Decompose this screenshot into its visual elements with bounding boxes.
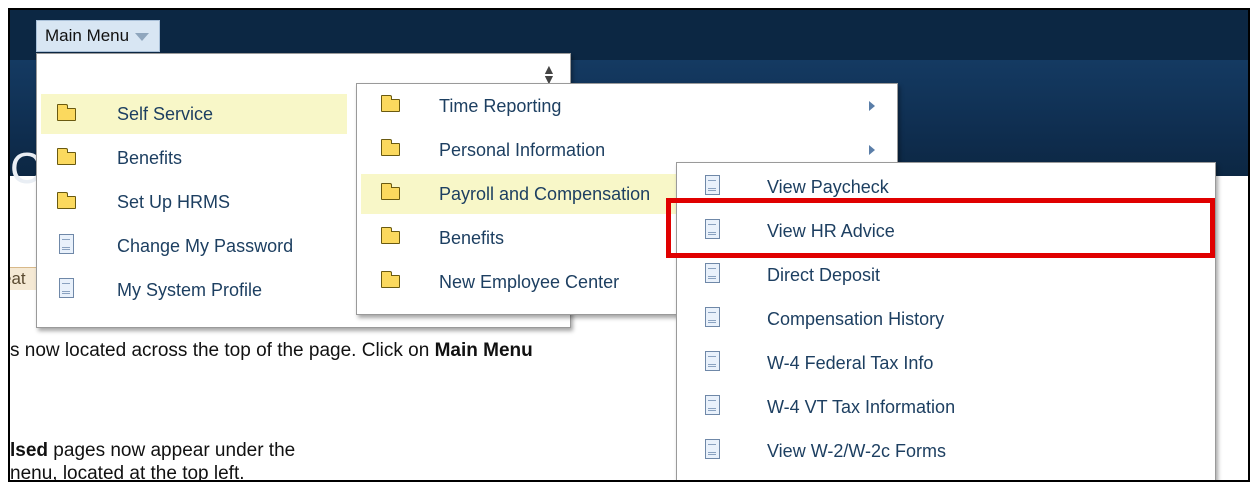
menu-item-label: Direct Deposit xyxy=(767,264,881,285)
menu-item-label: W-4 Federal Tax Info xyxy=(767,352,934,373)
menu-item-w4-vt-tax-information[interactable]: W-4 VT Tax Information xyxy=(681,387,1211,427)
page-icon xyxy=(59,278,74,298)
page-icon xyxy=(705,219,720,239)
menu-item-label: New Employee Center xyxy=(439,271,620,292)
menu-item-view-hr-advice[interactable]: View HR Advice xyxy=(681,211,1211,251)
menu-item-direct-deposit[interactable]: Direct Deposit xyxy=(681,255,1211,295)
folder-icon xyxy=(380,139,400,156)
menu-item-label: Change My Password xyxy=(117,235,294,256)
folder-icon xyxy=(56,148,76,165)
menu-item-self-service[interactable]: Self Service xyxy=(41,94,347,134)
folder-icon xyxy=(380,271,400,288)
main-menu-label: Main Menu xyxy=(45,26,130,45)
menu-item-label: Payroll and Compensation xyxy=(439,183,651,204)
menu-item-label: My System Profile xyxy=(117,279,263,300)
folder-icon xyxy=(380,183,400,200)
menu-item-label: View W-2/W-2c Forms xyxy=(767,440,947,461)
menu-item-label: W-4 VT Tax Information xyxy=(767,396,956,417)
folder-icon xyxy=(56,192,76,209)
page-icon xyxy=(705,175,720,195)
menu-item-benefits[interactable]: Benefits xyxy=(41,138,347,178)
screenshot-frame: C eat s now located across the top of th… xyxy=(8,8,1250,482)
submenu-arrow-icon xyxy=(869,145,875,155)
menu-item-label: Personal Information xyxy=(439,139,606,160)
menu-item-label: Benefits xyxy=(117,147,183,168)
folder-icon xyxy=(56,104,76,121)
payroll-compensation-submenu: View Paycheck View HR Advice Direct Depo… xyxy=(676,162,1216,480)
menu-item-label: Time Reporting xyxy=(439,95,562,116)
folder-icon xyxy=(380,95,400,112)
menu-item-label: Set Up HRMS xyxy=(117,191,231,212)
menu-item-view-w2-forms[interactable]: View W-2/W-2c Forms xyxy=(681,431,1211,471)
instruction-line-2: lsed pages now appear under the xyxy=(10,440,295,462)
main-menu-button[interactable]: Main Menu xyxy=(36,20,161,52)
menu-item-label: View Paycheck xyxy=(767,176,889,197)
menu-item-w4-federal-tax-info[interactable]: W-4 Federal Tax Info xyxy=(681,343,1211,383)
menu-item-time-reporting[interactable]: Time Reporting xyxy=(361,86,893,126)
instruction-line-3: nenu, located at the top left. xyxy=(10,463,245,482)
page-icon xyxy=(705,439,720,459)
menu-item-label: Self Service xyxy=(117,103,214,124)
page-icon xyxy=(705,307,720,327)
page-tab-fragment[interactable]: eat xyxy=(10,267,37,290)
page-icon xyxy=(705,263,720,283)
instruction-bold-used: lsed xyxy=(10,440,49,461)
page-icon xyxy=(705,395,720,415)
submenu-arrow-icon xyxy=(869,101,875,111)
dropdown-triangle-icon xyxy=(135,33,150,41)
instruction-bold-main-menu: Main Menu xyxy=(434,340,533,361)
instruction-text: s now located across the top of the page… xyxy=(10,340,435,361)
menu-item-label: Benefits xyxy=(439,227,505,248)
folder-icon xyxy=(380,227,400,244)
page-icon xyxy=(705,351,720,371)
instruction-text: pages now appear under the xyxy=(48,440,296,461)
instruction-line-1: s now located across the top of the page… xyxy=(10,340,533,362)
menu-item-label: Compensation History xyxy=(767,308,945,329)
page-icon xyxy=(59,234,74,254)
menu-item-set-up-hrms[interactable]: Set Up HRMS xyxy=(41,182,347,222)
scroll-arrows-icon[interactable]: ▲ ▼ xyxy=(542,62,556,86)
menu-item-label: View HR Advice xyxy=(767,220,895,241)
menu-item-compensation-history[interactable]: Compensation History xyxy=(681,299,1211,339)
menu-item-my-system-profile[interactable]: My System Profile xyxy=(41,270,347,310)
menu-item-view-paycheck[interactable]: View Paycheck xyxy=(681,167,1211,207)
menu-item-change-my-password[interactable]: Change My Password xyxy=(41,226,347,266)
